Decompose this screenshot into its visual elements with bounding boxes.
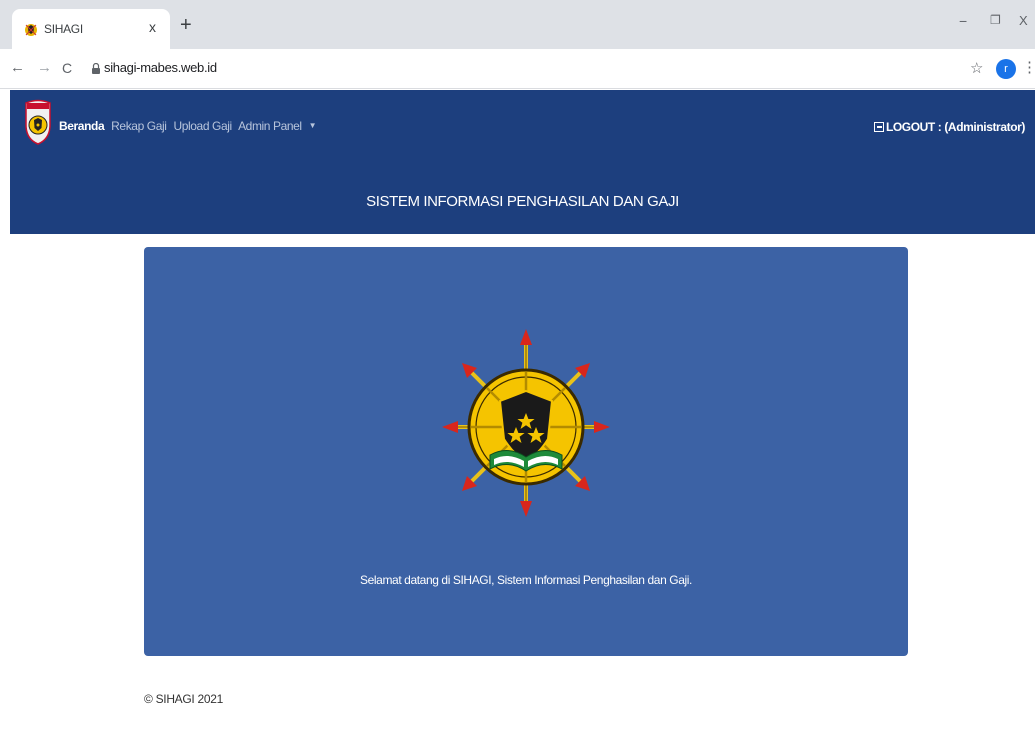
restore-icon[interactable]: ❐ <box>990 13 1001 27</box>
nav-item-admin-panel[interactable]: Admin Panel ▼ <box>238 119 320 133</box>
minimize-icon[interactable]: − <box>959 13 967 29</box>
nav-item-beranda[interactable]: Beranda <box>59 119 105 133</box>
bookmark-star-icon[interactable]: ☆ <box>970 59 983 77</box>
back-icon[interactable]: ← <box>10 59 25 77</box>
welcome-card: Selamat datang di SIHAGI, Sistem Informa… <box>144 247 908 656</box>
site-title: SISTEM INFORMASI PENGHASILAN DAN GAJI <box>366 193 679 210</box>
browser-tabstrip: SIHAGI x + − ❐ X <box>0 0 1035 49</box>
browser-tab[interactable]: SIHAGI x <box>12 9 170 49</box>
caret-down-icon: ▼ <box>308 121 317 130</box>
address-bar[interactable]: sihagi-mabes.web.id <box>104 60 217 75</box>
new-tab-button[interactable]: + <box>180 15 192 35</box>
logout-button[interactable]: LOGOUT : (Administrator) <box>873 120 1025 134</box>
welcome-message: Selamat datang di SIHAGI, Sistem Informa… <box>360 573 692 587</box>
inspektorat-shield-logo[interactable] <box>24 99 52 145</box>
close-window-icon[interactable]: X <box>1019 13 1028 28</box>
site-header: Beranda Rekap Gaji Upload Gaji Admin Pan… <box>10 90 1035 234</box>
nav-item-rekap-gaji[interactable]: Rekap Gaji <box>111 119 167 133</box>
tab-title: SIHAGI <box>44 22 83 36</box>
emblem-logo-icon <box>442 329 610 517</box>
logout-icon <box>873 122 884 132</box>
nav-item-upload-gaji[interactable]: Upload Gaji <box>173 119 232 133</box>
main-nav: Beranda Rekap Gaji Upload Gaji Admin Pan… <box>59 119 324 133</box>
nav-item-admin-panel-label: Admin Panel <box>238 119 302 133</box>
profile-avatar[interactable]: r <box>996 59 1016 79</box>
tab-close-icon[interactable]: x <box>149 19 156 35</box>
reload-icon[interactable]: C <box>62 59 72 77</box>
forward-icon[interactable]: → <box>37 59 52 77</box>
browser-menu-icon[interactable]: ⋮ <box>1022 58 1035 76</box>
browser-toolbar: ← → C sihagi-mabes.web.id ☆ r ⋮ <box>0 49 1035 89</box>
sihagi-favicon-icon <box>25 24 37 36</box>
lock-icon[interactable] <box>92 63 100 74</box>
footer-copyright: © SIHAGI 2021 <box>144 692 223 706</box>
logout-label: LOGOUT : (Administrator) <box>885 120 1025 134</box>
